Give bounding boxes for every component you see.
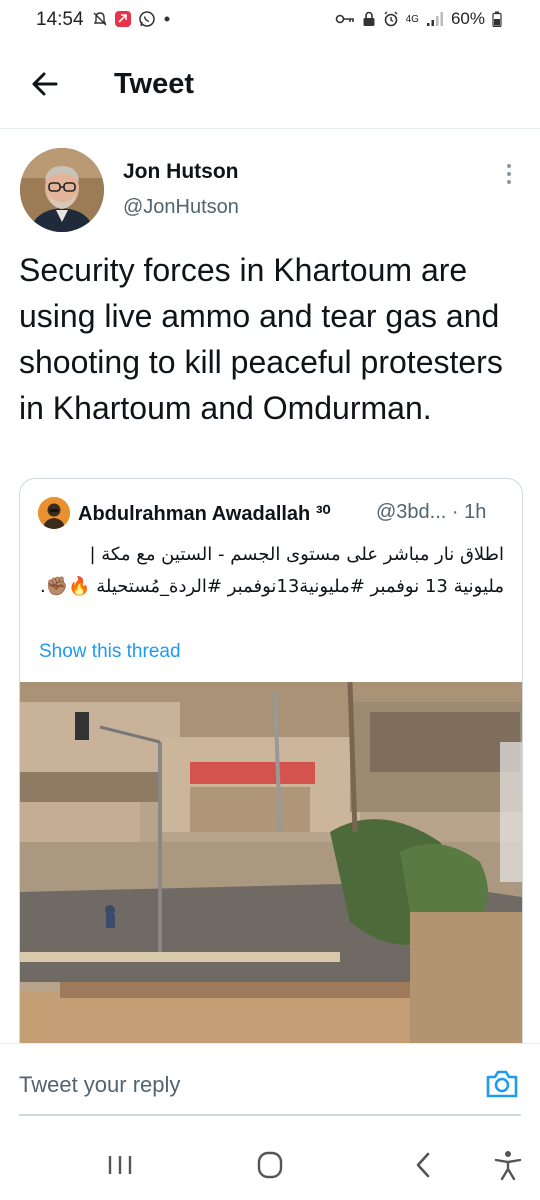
status-bar: 14:54 4G 60% [0,0,540,40]
top-app-bar: Tweet [0,40,540,129]
status-time: 14:54 [36,9,84,30]
accessibility-icon [494,1151,522,1181]
home-icon [257,1151,283,1179]
more-options-button[interactable] [498,160,520,190]
quote-author-name: Abdulrahman Awadallah ³⁰ [78,503,331,525]
more-vertical-icon [507,164,511,184]
camera-icon [486,1070,518,1098]
chevron-left-icon [416,1152,430,1178]
system-icons: 4G 60% [335,9,502,29]
camera-button[interactable] [484,1066,520,1102]
battery-icon [492,11,502,27]
accessibility-button[interactable] [488,1148,528,1182]
page-title: Tweet [114,68,195,100]
recent-apps-button[interactable] [100,1148,140,1182]
show-thread-link[interactable]: Show this thread [39,641,181,663]
tweet-text: Security forces in Khartoum are using li… [19,252,503,426]
notifications-off-icon [93,12,107,26]
system-navigation-bar [0,1130,540,1200]
signal-icon [426,12,443,26]
quoted-tweet[interactable]: Abdulrahman Awadallah ³⁰ @3bd... · 1h اط… [19,478,523,1080]
quote-avatar-image [38,497,70,529]
network-type: 4G [405,13,419,25]
battery-level: 60% [450,9,485,28]
system-back-button[interactable] [404,1148,444,1182]
app-notification-icon [115,11,131,27]
back-button[interactable] [26,64,66,104]
whatsapp-icon [139,11,155,27]
arrow-left-icon [32,72,58,96]
vpn-key-icon [335,14,354,24]
alarm-icon [384,11,398,27]
reply-underline [19,1114,521,1116]
home-button[interactable] [250,1148,290,1182]
street-scene-image [20,681,522,1079]
author-handle[interactable]: @JonHutson [123,196,239,219]
quote-author-avatar[interactable] [38,497,70,529]
quote-media-image[interactable] [20,681,522,1079]
notification-icons [92,10,172,28]
quote-author-handle: @3bd... · 1h [376,501,487,523]
author-name[interactable]: Jon Hutson [123,160,239,184]
author-avatar[interactable] [20,148,104,232]
reply-input[interactable]: Tweet your reply [19,1072,180,1098]
quote-text: اطلاق نار مباشر على مستوى الجسم - الستين… [39,544,504,597]
dot-icon [164,16,170,22]
reply-bar: Tweet your reply [0,1043,540,1116]
recent-apps-icon [108,1156,132,1174]
lock-icon [363,11,375,26]
avatar-image [20,148,104,232]
